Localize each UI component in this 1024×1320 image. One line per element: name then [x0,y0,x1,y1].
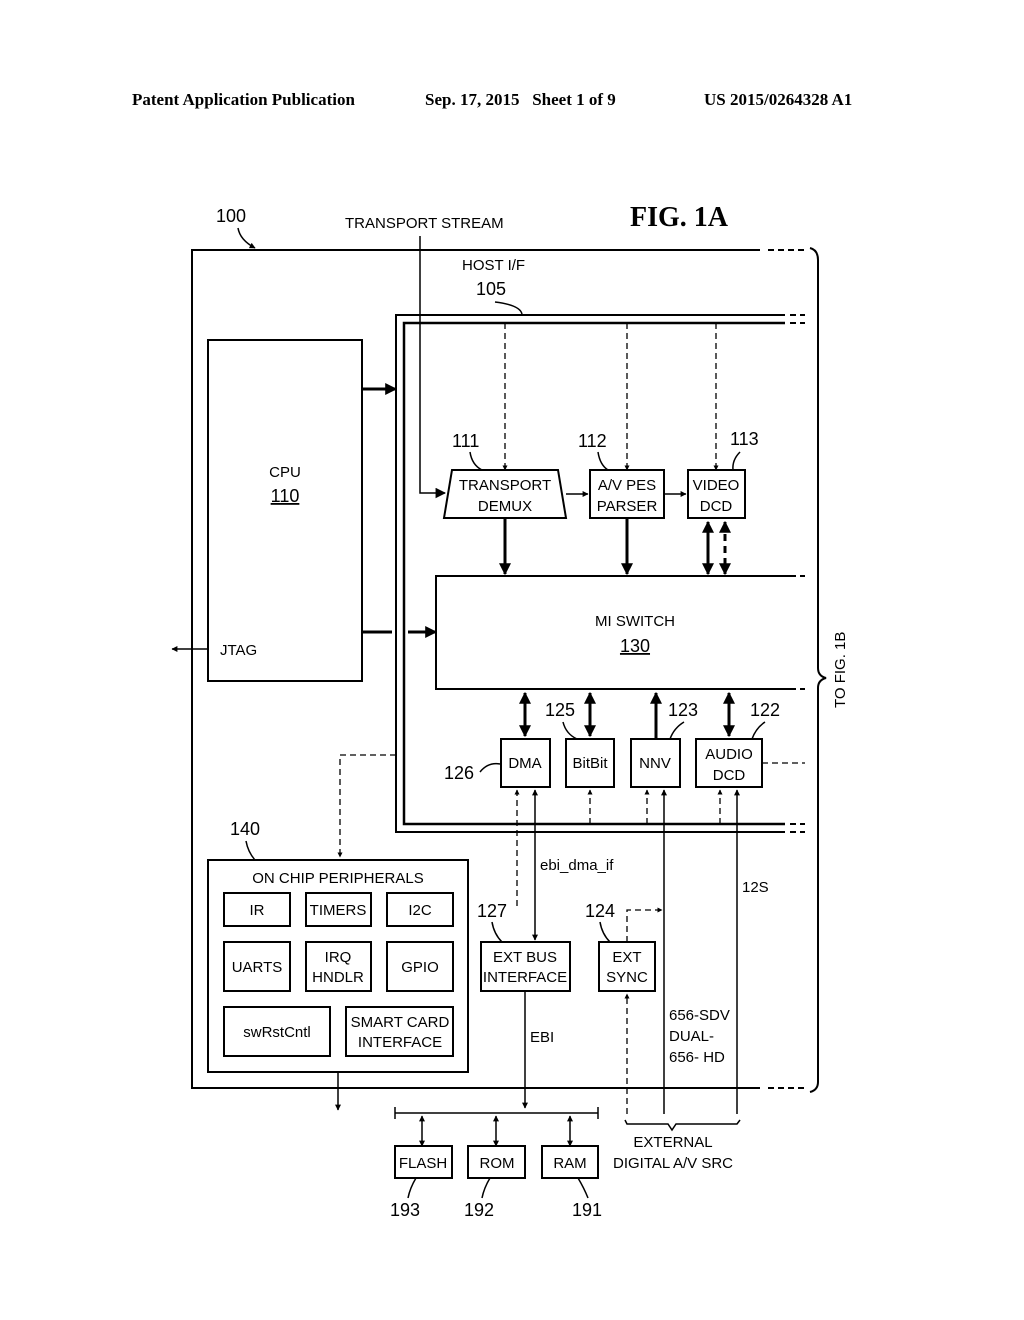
mi-switch-block [435,575,805,690]
transport-stream-line [419,236,447,499]
host-peripherals-dashed [337,754,396,858]
ref-105: 105 [476,279,506,299]
leader-191 [577,1177,589,1199]
leader-111 [469,451,483,471]
rom-label: ROM [480,1155,515,1172]
flash-label: FLASH [399,1155,447,1172]
ref-122: 122 [750,700,780,720]
i2c-label: I2C [408,902,432,919]
leader-112 [597,451,609,471]
ref-192: 192 [464,1200,494,1220]
to-fig-brace [809,247,827,1093]
audio-dcd-line2: DCD [713,767,746,784]
irq-label-line1: IRQ [325,949,352,966]
cpu-ref-110: 110 [271,486,300,506]
ebi-label: EBI [530,1029,554,1046]
audio-dcd-line1: AUDIO [705,746,753,763]
timers-label: TIMERS [310,902,367,919]
figure-title: FIG. 1A [630,202,729,233]
ext-bus-line2: INTERFACE [483,969,567,986]
external-src-brace [624,1119,741,1132]
leader-127 [491,921,503,943]
smart-card-line2: INTERFACE [358,1034,442,1051]
transport-demux-line2: DEMUX [478,498,532,515]
ext-sync-line1: EXT [612,949,641,966]
uarts-label: UARTS [232,959,283,976]
cpu-block [207,339,363,682]
av-pes-line2: PARSER [597,498,658,515]
leader-124 [599,921,611,943]
i2s-label: 12S [742,879,769,896]
bitbit-label: BitBit [572,755,608,772]
block-diagram: FIG. 1A 100 TRANSPORT STREAM HOST I/F 10… [171,202,849,1220]
swrstcntl-label: swRstCntl [243,1024,311,1041]
leader-193 [407,1177,417,1199]
irq-label-line2: HNDLR [312,969,364,986]
ram-label: RAM [553,1155,586,1172]
leader-126 [479,762,501,773]
ref-140: 140 [230,819,260,839]
ref-126: 126 [444,763,474,783]
transport-stream-label: TRANSPORT STREAM [345,215,504,232]
leader-192 [481,1177,491,1199]
mi-switch-ref-130: 130 [620,636,650,656]
ref-127: 127 [477,901,507,921]
video-signal-line1: 656-SDV [669,1007,730,1024]
ref-100: 100 [216,206,246,226]
ext-bus-line1: EXT BUS [493,949,557,966]
ext-sync-line2: SYNC [606,969,648,986]
leader-105 [494,301,523,315]
ebi-dma-if-label: ebi_dma_if [540,857,614,874]
ref-112: 112 [578,431,607,451]
jtag-label: JTAG [220,642,257,659]
peripherals-title: ON CHIP PERIPHERALS [252,870,423,887]
leader-113 [732,451,741,471]
av-pes-line1: A/V PES [598,477,656,494]
leader-100 [237,227,256,249]
ref-125: 125 [545,700,575,720]
leader-122 [751,721,766,740]
host-if-label: HOST I/F [462,257,525,274]
video-dcd-line2: DCD [700,498,733,515]
gpio-label: GPIO [401,959,439,976]
mi-switch-label: MI SWITCH [595,613,675,630]
ref-124: 124 [585,901,615,921]
nnv-label: NNV [639,755,671,772]
to-fig-1b-label: TO FIG. 1B [832,632,849,708]
leader-125 [562,721,578,740]
ext-sync-out-dashed [626,907,663,942]
external-src-line1: EXTERNAL [633,1134,712,1151]
video-dcd-line1: VIDEO [693,477,740,494]
transport-demux-line1: TRANSPORT [459,477,551,494]
leader-140 [245,840,256,861]
ir-label: IR [250,902,265,919]
ref-191: 191 [572,1200,602,1220]
ref-193: 193 [390,1200,420,1220]
ref-113: 113 [730,429,759,449]
video-signal-line3: 656- HD [669,1049,725,1066]
ref-123: 123 [668,700,698,720]
ref-111: 111 [452,431,479,451]
smart-card-line1: SMART CARD [351,1014,450,1031]
leader-123 [669,721,685,740]
cpu-label: CPU [269,464,301,481]
external-src-line2: DIGITAL A/V SRC [613,1155,733,1172]
dma-label: DMA [508,755,541,772]
video-signal-line2: DUAL- [669,1028,714,1045]
